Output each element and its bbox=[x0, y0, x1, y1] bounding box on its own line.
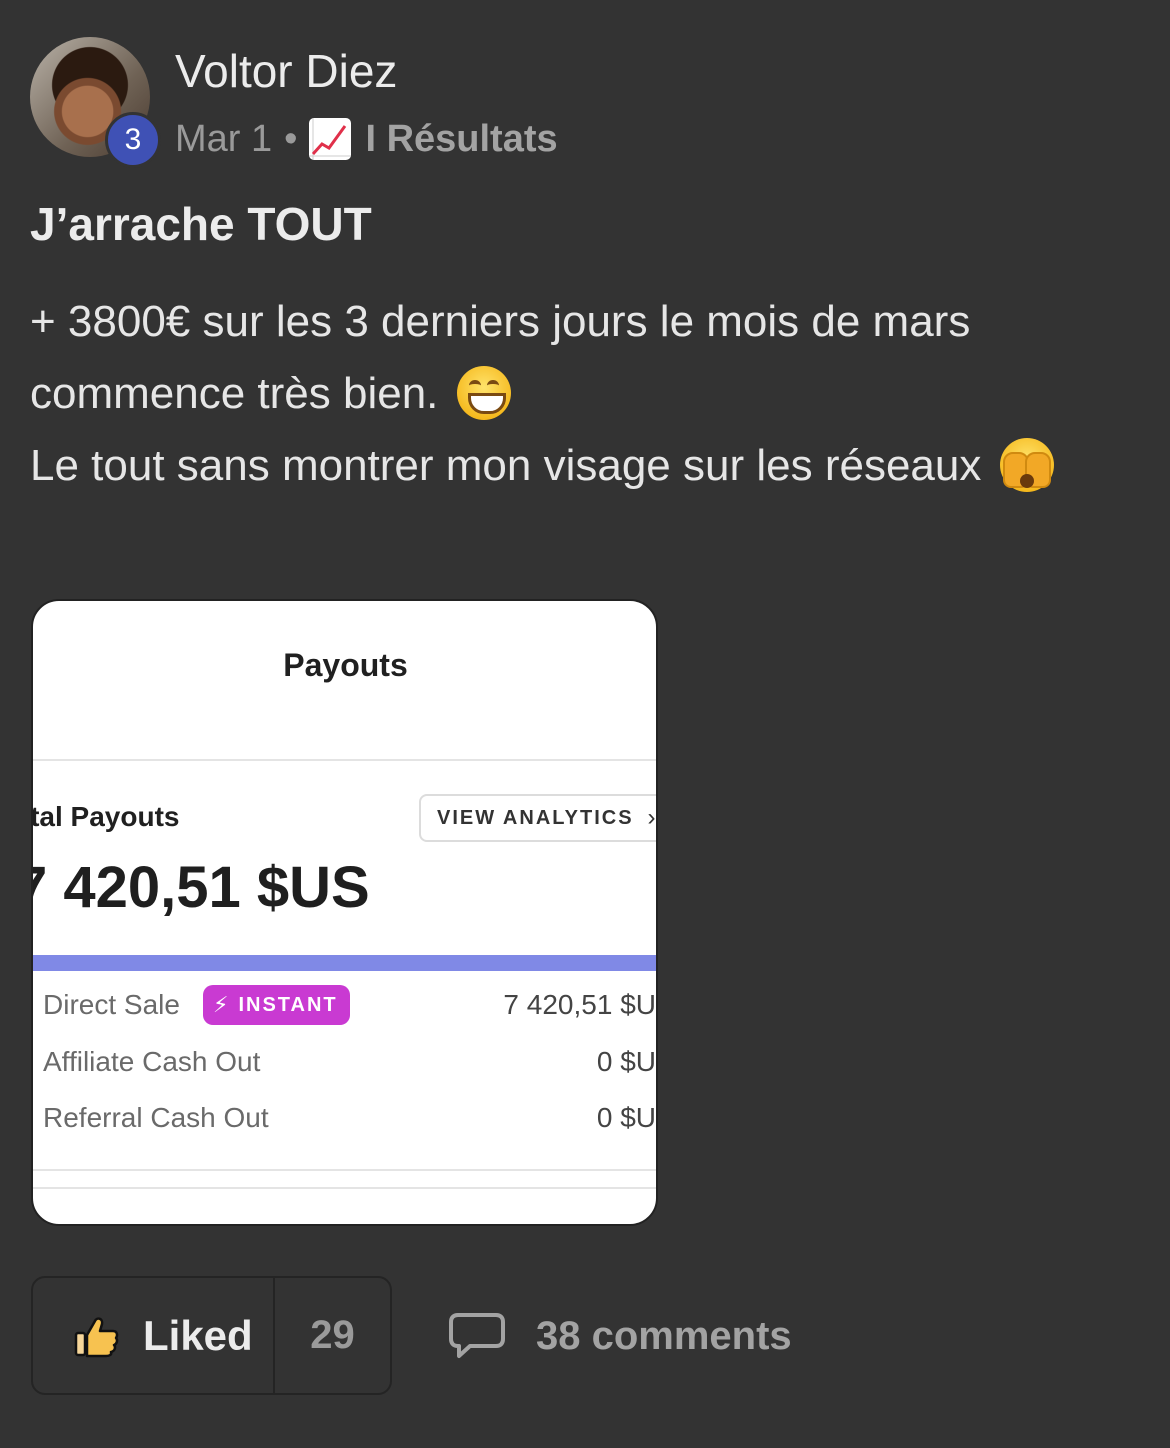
instant-badge: ⚡ INSTANT bbox=[203, 985, 350, 1025]
post-date[interactable]: Mar 1 bbox=[175, 118, 272, 161]
row-label: Referral Cash Out bbox=[43, 1102, 269, 1133]
divider bbox=[33, 1169, 656, 1171]
post-line-3: Le tout sans montrer mon visage sur les … bbox=[30, 441, 982, 490]
total-payouts-amount: 7 420,51 $US bbox=[31, 855, 370, 920]
divider bbox=[33, 759, 656, 761]
divider bbox=[33, 1187, 656, 1189]
post-body: + 3800€ sur les 3 derniers jours le mois… bbox=[30, 286, 1150, 502]
instant-badge-label: INSTANT bbox=[238, 993, 338, 1016]
post-title: J’arrache TOUT bbox=[30, 198, 372, 250]
post-line-1: + 3800€ sur les 3 derniers jours le mois… bbox=[30, 297, 971, 346]
post-category[interactable]: I Résultats bbox=[365, 118, 557, 161]
attachment-image[interactable]: Payouts otal Payouts VIEW ANALYTICS › 7 … bbox=[31, 599, 658, 1226]
post-line-2: commence très bien. bbox=[30, 369, 439, 418]
view-analytics-label: VIEW ANALYTICS bbox=[437, 806, 634, 829]
face-with-hands-over-eyes-icon bbox=[999, 438, 1054, 492]
post-line-2-wrap: commence très bien. bbox=[30, 358, 1150, 430]
grinning-face-icon bbox=[456, 366, 511, 420]
post-line-3-wrap: Le tout sans montrer mon visage sur les … bbox=[30, 430, 1150, 502]
row-label: Affiliate Cash Out bbox=[43, 1046, 261, 1077]
chart-increasing-icon bbox=[309, 118, 352, 160]
level-badge: 3 bbox=[105, 112, 161, 168]
row-value: 7 420,51 $U bbox=[503, 989, 656, 1020]
comments-button[interactable]: 38 comments bbox=[448, 1306, 792, 1366]
chevron-right-icon: › bbox=[647, 804, 658, 831]
post-meta: Mar 1 • I Résultats bbox=[175, 114, 558, 164]
like-label: Liked bbox=[143, 1311, 253, 1359]
payouts-title: Payouts bbox=[283, 647, 408, 683]
like-button[interactable]: Liked bbox=[33, 1278, 275, 1393]
payout-row: Affiliate Cash Out 0 $U bbox=[43, 1042, 656, 1082]
comment-icon bbox=[449, 1313, 505, 1358]
author-name[interactable]: Voltor Diez bbox=[175, 44, 397, 98]
like-control: Liked 29 bbox=[31, 1276, 392, 1395]
view-analytics-button: VIEW ANALYTICS › bbox=[419, 794, 658, 842]
comments-label: 38 comments bbox=[536, 1313, 792, 1358]
thumbs-up-icon bbox=[74, 1316, 119, 1357]
lightning-icon: ⚡ bbox=[213, 992, 231, 1017]
total-payouts-label: otal Payouts bbox=[31, 801, 180, 832]
row-value: 0 $U bbox=[596, 1046, 656, 1077]
row-value: 0 $U bbox=[596, 1102, 656, 1133]
payout-row: Referral Cash Out 0 $U bbox=[43, 1098, 656, 1138]
row-label: Direct Sale bbox=[43, 989, 180, 1020]
payout-row: Direct Sale ⚡ INSTANT 7 420,51 $U bbox=[43, 985, 656, 1025]
like-count[interactable]: 29 bbox=[275, 1278, 390, 1393]
meta-separator: • bbox=[284, 117, 298, 160]
accent-bar bbox=[33, 955, 656, 971]
